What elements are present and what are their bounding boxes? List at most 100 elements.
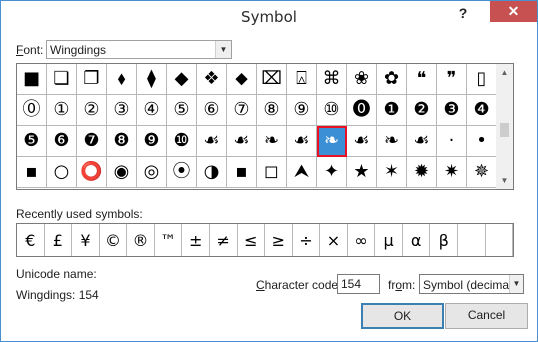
symbol-cell[interactable]: ❧ [257, 126, 287, 157]
symbol-cell[interactable]: • [467, 126, 497, 157]
symbol-cell[interactable]: ❿ [167, 126, 197, 157]
symbol-cell[interactable]: ⑤ [167, 95, 197, 126]
symbol-cell[interactable]: ⓪ [17, 95, 47, 126]
font-dropdown-value: Wingdings [50, 43, 107, 57]
symbol-cell[interactable]: ☙ [347, 126, 377, 157]
symbol-cell[interactable]: ⓿ [347, 95, 377, 126]
symbol-cell[interactable]: ❀ [347, 64, 377, 95]
from-label: from: [388, 278, 415, 292]
symbol-cell[interactable]: ✵ [467, 157, 497, 188]
recent-symbol-cell[interactable]: ≤ [238, 224, 266, 256]
scrollbar-thumb[interactable] [500, 123, 509, 137]
symbol-cell[interactable]: ⑧ [257, 95, 287, 126]
symbol-cell[interactable]: ⦿ [167, 157, 197, 188]
recent-symbol-cell[interactable]: ÷ [293, 224, 321, 256]
symbol-cell[interactable]: ▪ [227, 157, 257, 188]
symbol-cell[interactable]: ② [77, 95, 107, 126]
symbol-cell[interactable]: ❼ [77, 126, 107, 157]
symbol-cell[interactable]: ✿ [377, 64, 407, 95]
recent-symbol-cell[interactable]: ≠ [210, 224, 238, 256]
font-dropdown[interactable]: Wingdings ▼ [46, 40, 232, 59]
symbol-grid-scrollbar[interactable]: ▲ ▼ [496, 64, 513, 189]
recent-symbol-cell[interactable]: β [430, 224, 458, 256]
symbol-cell[interactable]: ❝ [407, 64, 437, 95]
symbol-cell[interactable]: ▯ [467, 64, 497, 95]
symbol-cell[interactable]: ◻ [257, 157, 287, 188]
from-dropdown[interactable]: Symbol (decimal) ▼ [419, 274, 524, 294]
symbol-cell[interactable]: ◎ [137, 157, 167, 188]
scroll-down-icon[interactable]: ▼ [496, 172, 513, 189]
recent-symbol-cell[interactable]: € [17, 224, 45, 256]
symbol-cell[interactable]: ☙ [287, 126, 317, 157]
recent-symbol-cell[interactable]: © [100, 224, 128, 256]
symbol-cell[interactable]: ⌧ [257, 64, 287, 95]
symbol-cell[interactable]: ⬧ [107, 64, 137, 95]
symbol-cell[interactable]: ❹ [467, 95, 497, 126]
symbol-cell[interactable]: ❏ [47, 64, 77, 95]
symbol-cell[interactable]: ❧ [377, 126, 407, 157]
ok-button[interactable]: OK [361, 303, 444, 329]
symbol-cell[interactable]: ☙ [227, 126, 257, 157]
symbol-cell[interactable]: ⌘ [317, 64, 347, 95]
symbol-cell[interactable]: ✷ [437, 157, 467, 188]
symbol-cell[interactable]: ⭕ [77, 157, 107, 188]
symbol-cell[interactable]: ⧫ [137, 64, 167, 95]
symbol-cell[interactable]: · [437, 126, 467, 157]
recent-symbol-cell[interactable]: ≥ [265, 224, 293, 256]
symbol-cell[interactable]: ❞ [437, 64, 467, 95]
from-label-after: m: [402, 278, 416, 292]
recent-symbol-cell[interactable]: ¥ [72, 224, 100, 256]
symbol-cell[interactable]: ⑦ [227, 95, 257, 126]
symbol-cell[interactable]: ① [47, 95, 77, 126]
symbol-cell[interactable]: ❽ [107, 126, 137, 157]
symbol-cell[interactable]: ✹ [407, 157, 437, 188]
help-button[interactable]: ? [453, 3, 473, 23]
symbol-cell[interactable]: ❐ [77, 64, 107, 95]
recent-symbol-cell[interactable]: ± [182, 224, 210, 256]
symbol-cell[interactable]: ❶ [377, 95, 407, 126]
symbol-cell[interactable]: ⑥ [197, 95, 227, 126]
symbol-cell[interactable]: ★ [347, 157, 377, 188]
symbol-cell[interactable]: ⮝ [287, 157, 317, 188]
chevron-down-icon[interactable]: ▼ [215, 41, 231, 58]
recent-symbol-cell[interactable]: µ [375, 224, 403, 256]
symbol-cell[interactable]: ⑩ [317, 95, 347, 126]
close-button[interactable]: ✕ [490, 1, 537, 22]
chevron-down-icon[interactable]: ▼ [509, 275, 523, 293]
cancel-button[interactable]: Cancel [445, 303, 528, 329]
symbol-cell[interactable]: ◉ [107, 157, 137, 188]
symbol-cell[interactable]: ❺ [17, 126, 47, 157]
symbol-cell[interactable]: ■ [17, 64, 47, 95]
symbol-cell[interactable]: ❖ [197, 64, 227, 95]
recent-symbols-row: € £ ¥ © ® ™ ± ≠ ≤ ≥ ÷ × ∞ µ α β [16, 223, 514, 257]
font-label: Font: [16, 43, 43, 57]
symbol-cell[interactable]: ⍓ [287, 64, 317, 95]
recent-symbol-cell[interactable] [486, 224, 514, 256]
symbol-cell[interactable]: ◆ [167, 64, 197, 95]
symbol-cell[interactable]: ❷ [407, 95, 437, 126]
symbol-cell[interactable]: ▪ [17, 157, 47, 188]
symbol-cell[interactable]: ❸ [437, 95, 467, 126]
symbol-cell[interactable]: ◑ [197, 157, 227, 188]
symbol-cell[interactable]: ③ [107, 95, 137, 126]
recent-symbol-cell[interactable] [458, 224, 486, 256]
symbol-cell[interactable]: ☙ [407, 126, 437, 157]
symbol-cell[interactable]: ☙ [197, 126, 227, 157]
symbol-cell[interactable]: ④ [137, 95, 167, 126]
recent-symbol-cell[interactable]: ∞ [348, 224, 376, 256]
symbol-cell[interactable]: ○ [47, 157, 77, 188]
symbol-cell[interactable]: ❾ [137, 126, 167, 157]
recent-symbol-cell[interactable]: ™ [155, 224, 183, 256]
symbol-cell[interactable]: ⑨ [287, 95, 317, 126]
symbol-cell[interactable]: ✶ [377, 157, 407, 188]
symbol-cell[interactable]: ⬥ [227, 64, 257, 95]
recent-symbol-cell[interactable]: £ [45, 224, 73, 256]
scroll-up-icon[interactable]: ▲ [496, 64, 513, 81]
symbol-cell[interactable]: ❻ [47, 126, 77, 157]
recent-symbol-cell[interactable]: × [320, 224, 348, 256]
symbol-cell[interactable]: ❧ [317, 126, 347, 157]
symbol-cell[interactable]: ✦ [317, 157, 347, 188]
recent-symbol-cell[interactable]: α [403, 224, 431, 256]
character-code-input[interactable]: 154 [337, 274, 380, 294]
recent-symbol-cell[interactable]: ® [127, 224, 155, 256]
